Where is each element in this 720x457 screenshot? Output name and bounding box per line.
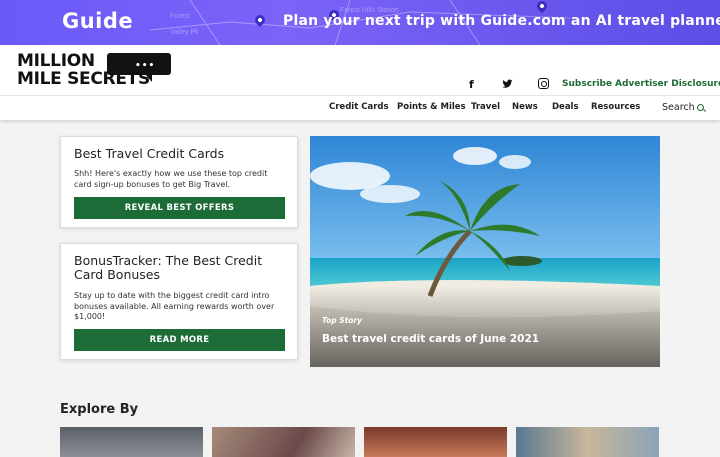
card-title[interactable]: BonusTracker: The Best Credit Card Bonus… xyxy=(74,254,286,282)
nav-item-credit-cards[interactable]: Credit Cards xyxy=(329,102,389,112)
subscribe-link[interactable]: Subscribe xyxy=(562,79,612,89)
nav-item-points-miles[interactable]: Points & Miles xyxy=(397,102,466,112)
million-mile-secrets-logo[interactable]: MILLION MILE SECRETS ••• xyxy=(17,53,172,89)
explore-thumb-hotel[interactable] xyxy=(212,427,355,457)
banner-tagline[interactable]: Plan your next trip with Guide.com an AI… xyxy=(283,13,720,29)
instagram-icon[interactable] xyxy=(538,78,549,89)
card-body: Stay up to date with the biggest credit … xyxy=(74,291,275,321)
explore-heading: Explore By xyxy=(60,402,139,417)
nav-item-travel[interactable]: Travel xyxy=(471,102,500,112)
explore-thumb-resort[interactable] xyxy=(364,427,507,457)
reveal-best-offers-button[interactable]: REVEAL BEST OFFERS xyxy=(74,197,285,219)
search-button[interactable]: Search xyxy=(662,102,695,113)
guide-ad-banner[interactable]: Forest Hills Station Forest Valley Pk Gu… xyxy=(0,0,720,45)
site-header: MILLION MILE SECRETS ••• f Subscribe Adv… xyxy=(0,45,720,95)
read-more-button[interactable]: READ MORE xyxy=(74,329,285,351)
nav-item-news[interactable]: News xyxy=(512,102,538,112)
explore-thumb-airport[interactable] xyxy=(60,427,203,457)
nav-item-deals[interactable]: Deals xyxy=(552,102,579,112)
search-icon[interactable] xyxy=(697,104,704,111)
card-title[interactable]: Best Travel Credit Cards xyxy=(74,147,224,161)
advertiser-disclosure-link[interactable]: Advertiser Disclosure xyxy=(615,79,720,89)
map-label: Forest xyxy=(170,13,190,20)
explore-thumb-travel[interactable] xyxy=(516,427,659,457)
logo-line-2: MILE SECRETS xyxy=(17,69,150,89)
logo-line-1: MILLION xyxy=(17,51,95,71)
logo-dots: ••• xyxy=(135,61,156,71)
map-label: Valley Pk xyxy=(170,29,199,36)
main-nav: Credit Cards Points & Miles Travel News … xyxy=(0,95,720,120)
card-body: Shh! Here's exactly how we use these top… xyxy=(74,169,268,189)
best-travel-cards-card: Best Travel Credit Cards Shh! Here's exa… xyxy=(60,136,298,228)
facebook-icon[interactable]: f xyxy=(469,78,474,91)
top-story-hero[interactable]: Top Story Best travel credit cards of Ju… xyxy=(310,136,660,367)
bonustracker-card: BonusTracker: The Best Credit Card Bonus… xyxy=(60,243,298,360)
twitter-icon[interactable] xyxy=(502,79,513,89)
hero-title[interactable]: Best travel credit cards of June 2021 xyxy=(322,333,539,345)
top-story-label: Top Story xyxy=(322,316,363,325)
guide-logo[interactable]: Guide xyxy=(62,9,133,33)
nav-item-resources[interactable]: Resources xyxy=(591,102,640,112)
